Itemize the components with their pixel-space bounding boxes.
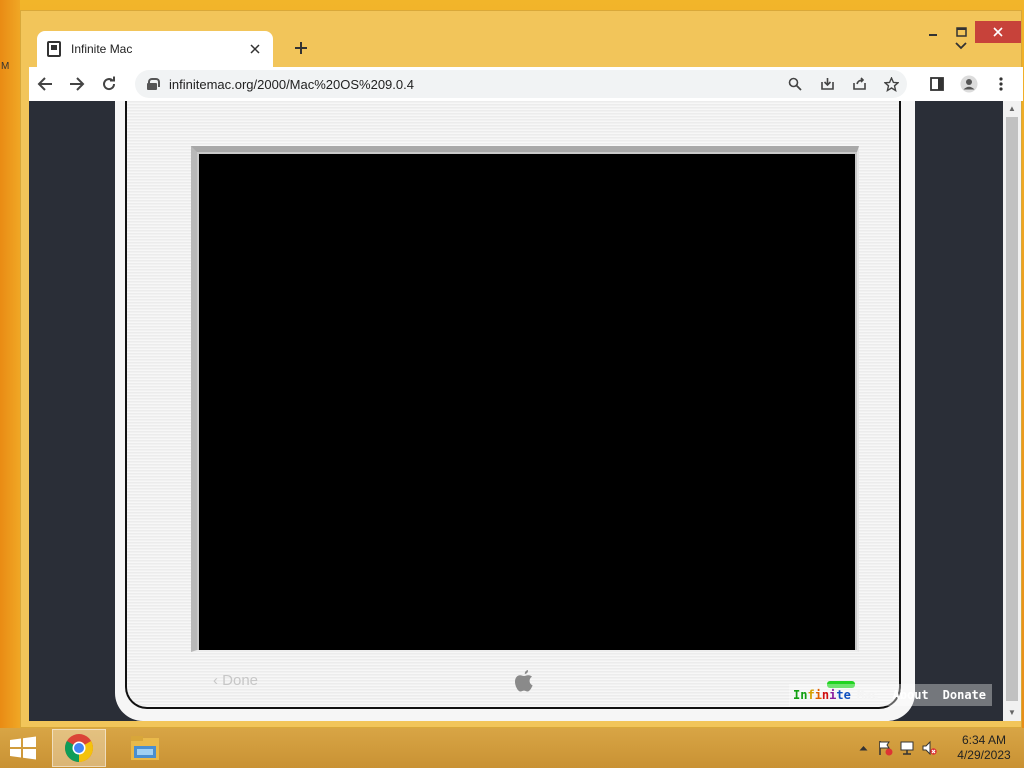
clock-date: 4/29/2023 xyxy=(957,748,1011,762)
mac-word[interactable]: Mac xyxy=(857,688,879,702)
tab-close-button[interactable] xyxy=(247,41,263,57)
browser-menu-button[interactable] xyxy=(985,69,1017,99)
address-bar[interactable]: infinitemac.org/2000/Mac%20OS%209.0.4 xyxy=(135,70,907,98)
scroll-up-button[interactable]: ▲ xyxy=(1003,101,1021,117)
clock[interactable]: 6:34 AM 4/29/2023 xyxy=(950,733,1018,763)
star-icon xyxy=(883,76,899,92)
side-panel-icon xyxy=(930,77,944,91)
flag-icon xyxy=(879,741,893,756)
file-explorer-icon xyxy=(131,736,159,760)
plus-icon xyxy=(295,42,307,54)
kebab-menu-icon xyxy=(999,77,1003,91)
new-tab-button[interactable] xyxy=(287,35,315,63)
page-scrollbar[interactable]: ▲ ▼ xyxy=(1003,101,1021,721)
arrow-left-icon xyxy=(37,77,52,91)
reload-button[interactable] xyxy=(93,69,125,99)
infinite-logo-text[interactable]: Infinite xyxy=(793,688,851,702)
network-button[interactable] xyxy=(896,738,918,758)
share-button[interactable] xyxy=(843,70,875,98)
lock-icon[interactable] xyxy=(147,78,160,90)
chevron-up-icon xyxy=(859,746,867,751)
screen-bezel xyxy=(191,146,859,652)
windows-start-icon[interactable] xyxy=(8,736,38,760)
toolbar-right xyxy=(921,69,1017,99)
chrome-icon xyxy=(65,734,93,762)
browser-toolbar: infinitemac.org/2000/Mac%20OS%209.0.4 xyxy=(29,67,1023,101)
arrow-right-icon xyxy=(70,77,85,91)
scroll-down-button[interactable]: ▼ xyxy=(1003,705,1021,721)
action-center-button[interactable] xyxy=(874,738,896,758)
speaker-muted-icon xyxy=(922,740,937,756)
install-icon xyxy=(820,78,834,90)
share-icon xyxy=(852,77,866,90)
magnifier-icon xyxy=(788,77,802,91)
desktop-edge: M xyxy=(0,0,20,728)
profile-button[interactable] xyxy=(953,69,985,99)
profile-icon xyxy=(960,75,978,93)
omnibox-actions xyxy=(779,70,907,98)
taskbar-chrome-button[interactable] xyxy=(52,729,106,767)
system-tray: 6:34 AM 4/29/2023 xyxy=(852,728,1018,768)
show-hidden-icons-button[interactable] xyxy=(852,738,874,758)
side-panel-button[interactable] xyxy=(921,69,953,99)
apple-logo-icon xyxy=(515,670,533,692)
about-link[interactable]: About xyxy=(893,688,929,702)
tab-infinite-mac[interactable]: Infinite Mac xyxy=(37,31,273,67)
volume-button[interactable] xyxy=(918,738,940,758)
install-app-button[interactable] xyxy=(811,70,843,98)
close-icon xyxy=(250,44,260,54)
back-button[interactable] xyxy=(29,69,61,99)
scrollbar-thumb[interactable] xyxy=(1006,117,1018,701)
url-text[interactable]: infinitemac.org/2000/Mac%20OS%209.0.4 xyxy=(169,77,414,92)
desktop-edge-text: M xyxy=(1,61,10,72)
taskbar-explorer-button[interactable] xyxy=(118,729,172,767)
mac-monitor: ‹ Done Infinite Mac About Donate xyxy=(115,101,993,721)
close-icon xyxy=(993,27,1003,37)
donate-link[interactable]: Donate xyxy=(943,688,986,702)
tab-title: Infinite Mac xyxy=(71,42,133,56)
forward-button[interactable] xyxy=(61,69,93,99)
tab-search-button[interactable] xyxy=(955,37,967,53)
favicon-icon xyxy=(47,41,61,57)
monitor-frame: ‹ Done xyxy=(125,101,901,709)
tab-strip: Infinite Mac xyxy=(29,29,989,67)
network-icon xyxy=(900,741,914,755)
browser-window: Infinite Mac infinitemac.org/2000/Mac%20… xyxy=(20,10,1023,728)
bookmark-button[interactable] xyxy=(875,70,907,98)
footer-links: Infinite Mac About Donate xyxy=(789,684,993,706)
zoom-button[interactable] xyxy=(779,70,811,98)
reload-icon xyxy=(103,76,116,91)
taskbar: 6:34 AM 4/29/2023 xyxy=(0,728,1024,768)
page-viewport: ‹ Done Infinite Mac About Donate xyxy=(29,101,1003,721)
clock-time: 6:34 AM xyxy=(961,733,1007,747)
emulator-screen[interactable] xyxy=(199,154,855,650)
chevron-down-icon xyxy=(955,42,967,50)
done-button[interactable]: ‹ Done xyxy=(213,672,258,689)
